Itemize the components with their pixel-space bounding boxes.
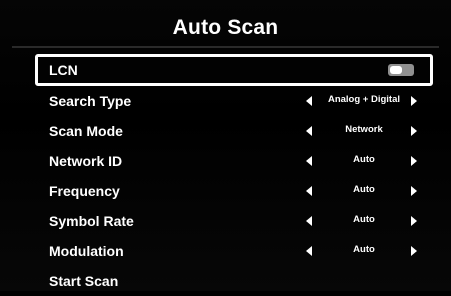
scan-mode-value: Network	[345, 124, 383, 135]
frequency-row[interactable]: Frequency Auto	[35, 176, 433, 206]
network-id-row[interactable]: Network ID Auto	[35, 146, 433, 176]
auto-scan-screen: Auto Scan LCN Search Type Analog + Digit…	[0, 0, 451, 291]
toggle-knob	[390, 66, 402, 74]
frequency-value: Auto	[353, 184, 375, 195]
search-type-label: Search Type	[49, 93, 132, 109]
title-divider	[12, 46, 439, 48]
search-type-row[interactable]: Search Type Analog + Digital	[35, 86, 433, 116]
start-scan-label: Start Scan	[49, 273, 119, 289]
start-scan-button[interactable]: Start Scan	[35, 266, 433, 296]
search-type-value: Analog + Digital	[327, 94, 401, 105]
network-id-value: Auto	[353, 154, 375, 165]
arrow-right-icon[interactable]	[411, 186, 417, 196]
arrow-right-icon[interactable]	[411, 126, 417, 136]
page-title: Auto Scan	[172, 16, 279, 39]
symbol-rate-row[interactable]: Symbol Rate Auto	[35, 206, 433, 236]
arrow-right-icon[interactable]	[411, 246, 417, 256]
scan-mode-row[interactable]: Scan Mode Network	[35, 116, 433, 146]
arrow-left-icon[interactable]	[306, 96, 312, 106]
arrow-left-icon[interactable]	[306, 126, 312, 136]
arrow-left-icon[interactable]	[306, 186, 312, 196]
modulation-row[interactable]: Modulation Auto	[35, 236, 433, 266]
network-id-label: Network ID	[49, 153, 123, 169]
lcn-toggle[interactable]	[388, 64, 414, 76]
arrow-right-icon[interactable]	[411, 156, 417, 166]
symbol-rate-value: Auto	[353, 214, 375, 225]
arrow-right-icon[interactable]	[411, 216, 417, 226]
scan-mode-label: Scan Mode	[49, 123, 123, 139]
settings-list: LCN Search Type Analog + Digital Scan Mo…	[35, 54, 433, 296]
frequency-label: Frequency	[49, 183, 120, 199]
arrow-right-icon[interactable]	[411, 96, 417, 106]
arrow-left-icon[interactable]	[306, 246, 312, 256]
modulation-label: Modulation	[49, 243, 124, 259]
lcn-label: LCN	[49, 62, 78, 78]
arrow-left-icon[interactable]	[306, 216, 312, 226]
arrow-left-icon[interactable]	[306, 156, 312, 166]
symbol-rate-label: Symbol Rate	[49, 213, 134, 229]
modulation-value: Auto	[353, 244, 375, 255]
lcn-row[interactable]: LCN	[35, 54, 433, 86]
